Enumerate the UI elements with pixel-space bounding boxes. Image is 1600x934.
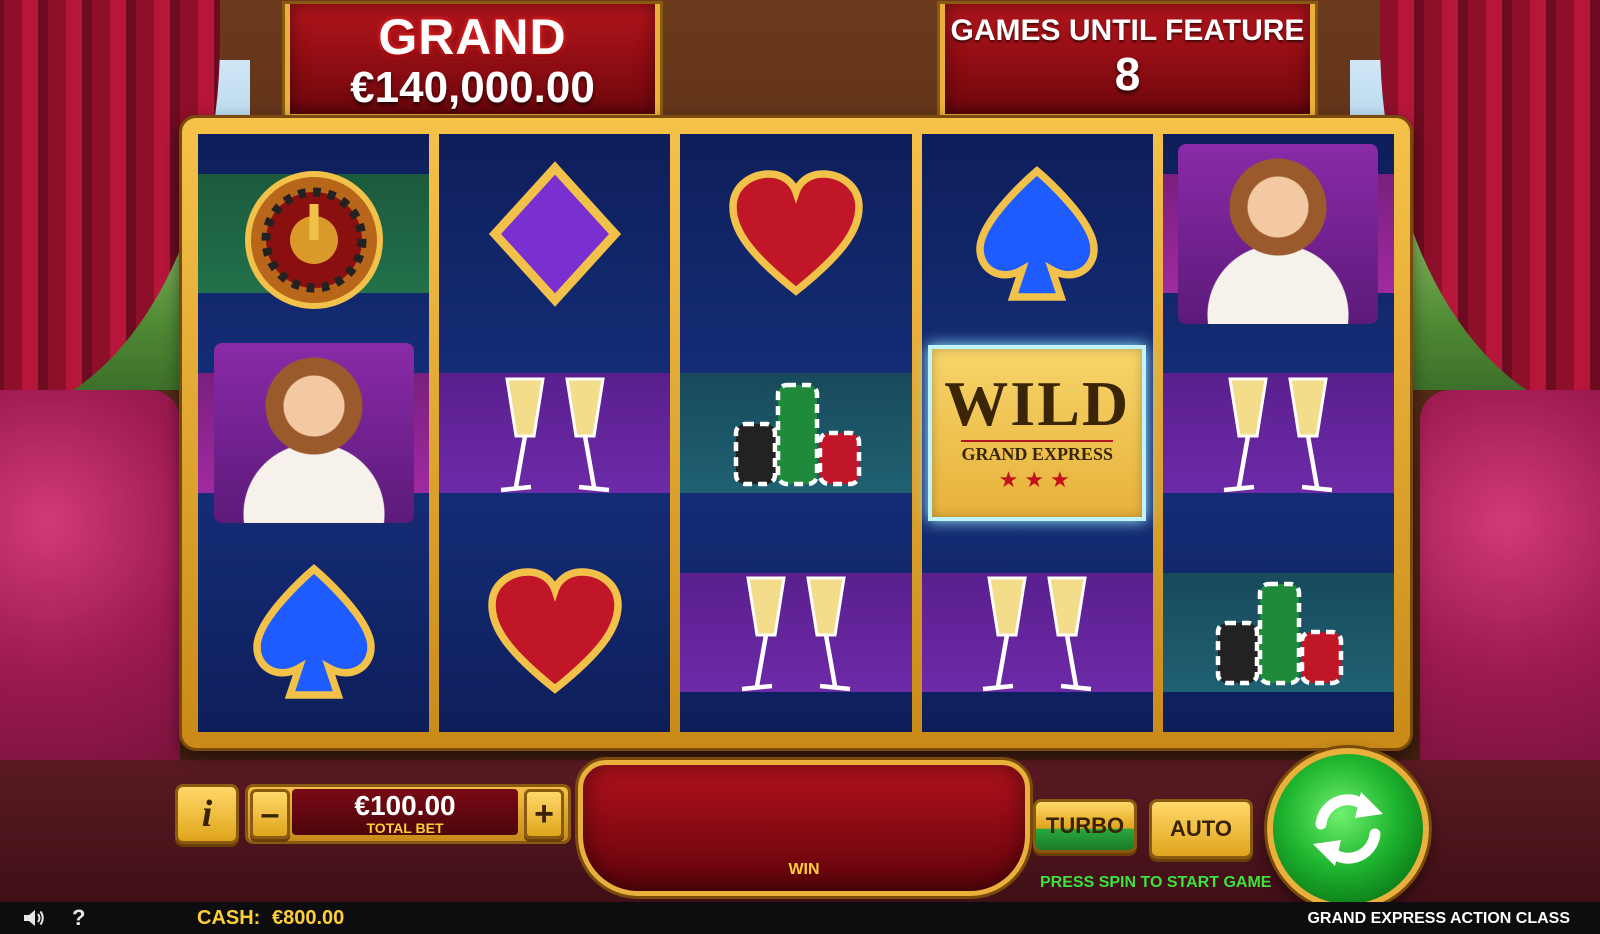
decrease-bet-button[interactable]: –: [250, 789, 290, 839]
champagne-symbol: [1203, 358, 1353, 508]
info-button[interactable]: i: [175, 784, 239, 844]
reel-cell: [439, 333, 671, 533]
wild-symbol: WILD GRAND EXPRESS ★★★: [928, 344, 1147, 521]
lady-symbol: [213, 342, 414, 523]
auto-button[interactable]: AUTO: [1149, 799, 1253, 859]
reel-cell: [680, 134, 911, 333]
reel-cell: [439, 533, 670, 732]
reel-cell: [922, 134, 1153, 333]
reel-cell: [1162, 333, 1395, 533]
heart-symbol: [721, 159, 871, 309]
speaker-icon[interactable]: [22, 907, 46, 929]
heart-symbol: [480, 557, 630, 707]
reel-cell: WILD GRAND EXPRESS ★★★: [922, 333, 1153, 532]
diamond-symbol: [480, 159, 630, 309]
reel-cell: [198, 134, 430, 334]
win-label: WIN: [788, 861, 820, 878]
spade-symbol: [239, 557, 389, 707]
grand-jackpot-panel: GRAND €140,000.00: [285, 4, 660, 119]
reel-5: [1162, 134, 1395, 732]
wild-subtitle: GRAND EXPRESS: [961, 440, 1113, 465]
feature-counter-panel: GAMES UNTIL FEATURE 8: [940, 4, 1315, 119]
reel-4: WILD GRAND EXPRESS ★★★: [921, 134, 1153, 732]
reel-cell: [198, 533, 429, 732]
cash-label: CASH:: [197, 907, 261, 929]
spin-button[interactable]: [1267, 748, 1429, 910]
wild-title: WILD: [944, 368, 1131, 440]
reel-3: [680, 134, 912, 732]
reel-cell: [1162, 134, 1395, 334]
reel-cell: [680, 532, 912, 732]
total-bet-value: €100.00: [354, 790, 456, 821]
wild-stars: ★★★: [998, 467, 1076, 493]
reel-2: [439, 134, 671, 732]
status-bar: ? CASH: €800.00 GRAND EXPRESS ACTION CLA…: [0, 902, 1600, 934]
increase-bet-button[interactable]: +: [524, 789, 564, 839]
jackpot-label: GRAND: [378, 9, 567, 65]
feature-label: GAMES UNTIL FEATURE: [950, 14, 1305, 47]
champagne-symbol: [721, 557, 871, 707]
reel-1: [198, 134, 430, 732]
refresh-arrows-icon: [1313, 792, 1383, 866]
help-icon[interactable]: ?: [72, 905, 85, 931]
feature-count: 8: [1114, 48, 1141, 100]
reels-frame: WILD GRAND EXPRESS ★★★: [182, 118, 1410, 748]
reel-cell: [921, 532, 1153, 732]
game-title: GRAND EXPRESS ACTION CLASS: [1307, 910, 1570, 927]
spin-hint-text: PRESS SPIN TO START GAME: [1040, 874, 1272, 891]
turbo-button[interactable]: TURBO: [1033, 799, 1137, 853]
spade-symbol: [962, 159, 1112, 309]
chips-symbol: [1203, 557, 1353, 707]
cash-value: €800.00: [272, 907, 345, 929]
jackpot-value: €140,000.00: [350, 63, 595, 112]
reel-grid: WILD GRAND EXPRESS ★★★: [198, 134, 1395, 732]
reel-cell: [680, 333, 912, 533]
reel-cell: [198, 333, 430, 533]
chips-symbol: [721, 358, 871, 508]
roulette-symbol: [239, 159, 389, 309]
reel-cell: [1162, 532, 1395, 732]
reel-cell: [439, 134, 670, 333]
win-display: WIN: [578, 760, 1030, 896]
total-bet-label: TOTAL BET: [366, 820, 444, 836]
total-bet-display: €100.00 TOTAL BET: [292, 789, 518, 835]
champagne-symbol: [962, 557, 1112, 707]
lady-symbol: [1178, 143, 1379, 324]
champagne-symbol: [480, 358, 630, 508]
